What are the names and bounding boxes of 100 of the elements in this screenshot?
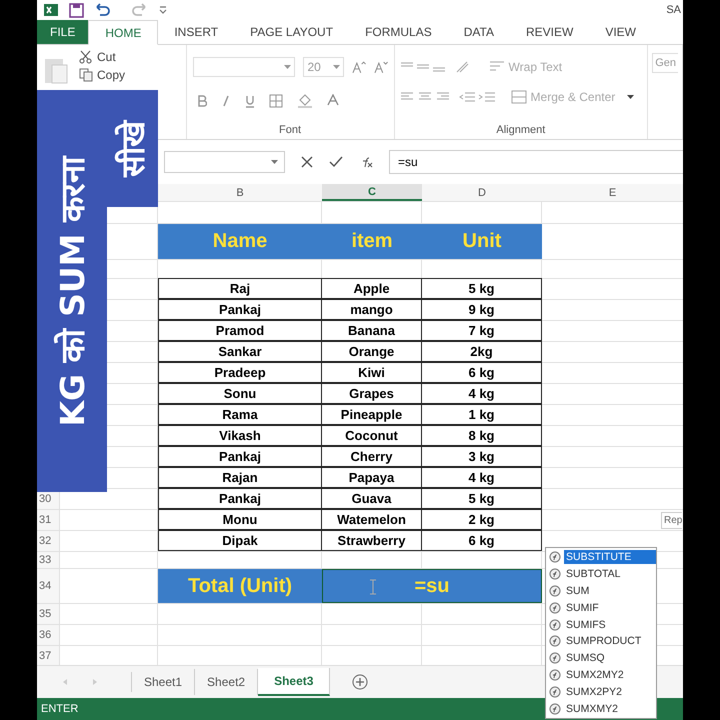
text-cursor-icon [369, 579, 377, 595]
function-icon [549, 635, 561, 648]
function-icon [549, 668, 561, 681]
table-cell: Raj [158, 278, 322, 299]
ribbon-tab[interactable]: FORMULAS [349, 20, 448, 44]
table-cell: Strawberry [322, 530, 422, 551]
table-cell: 4 kg [422, 467, 542, 488]
table-cell: 1 kg [422, 404, 542, 425]
sheet-tab[interactable]: Sheet1 [132, 669, 196, 695]
table-cell: Coconut [322, 425, 422, 446]
add-sheet-icon[interactable] [352, 674, 368, 690]
table-cell: Sonu [158, 383, 322, 404]
function-icon [549, 568, 561, 580]
autocomplete-item[interactable]: SUMX2MY2 [546, 666, 656, 684]
table-cell: Apple [322, 278, 422, 299]
grow-font-icon[interactable] [352, 60, 366, 74]
autocomplete-item[interactable]: SUMIF [546, 599, 656, 616]
table-cell: Cherry [322, 446, 422, 467]
borders-icon[interactable] [268, 94, 283, 108]
table-cell: 8 kg [422, 425, 542, 446]
table-cell: 2kg [422, 341, 542, 362]
ribbon-tab[interactable]: VIEW [589, 20, 652, 44]
font-name-field[interactable] [192, 57, 296, 77]
table-cell: 6 kg [422, 362, 542, 383]
ribbon-tab[interactable]: FILE [37, 20, 88, 44]
sheet-tab[interactable]: Sheet3 [258, 668, 330, 696]
autocomplete-item[interactable]: SUMPRODUCT [546, 632, 656, 650]
ribbon-tab[interactable]: INSERT [158, 20, 234, 44]
cancel-icon[interactable] [301, 156, 313, 168]
copy-icon [79, 68, 93, 82]
table-cell: Sankar [158, 341, 322, 362]
excel-logo-icon[interactable] [43, 2, 59, 18]
autocomplete-item[interactable]: SUM [546, 582, 656, 600]
row-number[interactable]: 31 [37, 510, 60, 530]
total-label-cell: Total (Unit) [158, 569, 322, 603]
table-cell: Rama [158, 404, 322, 425]
name-box[interactable] [164, 151, 285, 173]
shrink-font-icon[interactable] [374, 60, 388, 74]
scissors-icon [79, 50, 93, 64]
column-header[interactable]: E [542, 184, 683, 201]
table-cell: 5 kg [422, 488, 542, 509]
ribbon-tab[interactable]: REVIEW [510, 20, 590, 44]
copy-button[interactable]: Copy [77, 67, 128, 83]
table-cell: Kiwi [322, 362, 422, 383]
save-icon[interactable] [69, 2, 84, 18]
ribbon-tab[interactable]: HOME [88, 20, 158, 45]
autocomplete-item[interactable]: SUBSTITUTE [546, 549, 656, 566]
table-cell: Monu [158, 509, 322, 530]
function-name: SUBTOTAL [565, 567, 622, 582]
table-cell: Vikash [158, 425, 322, 446]
table-cell: Pankaj [158, 488, 322, 509]
ribbon-tab[interactable]: DATA [448, 20, 510, 44]
italic-icon[interactable] [220, 95, 231, 107]
customize-icon[interactable] [158, 5, 168, 15]
font-color-icon[interactable] [326, 94, 339, 108]
table-cell: 6 kg [422, 530, 542, 551]
ribbon-tab[interactable]: PAGE LAYOUT [234, 20, 350, 44]
row-number[interactable]: 32 [37, 531, 60, 551]
table-cell: Rajan [158, 467, 322, 488]
cut-button[interactable]: Cut [77, 49, 128, 65]
function-name: SUMIF [565, 600, 600, 615]
autocomplete-item[interactable]: SUBTOTAL [546, 566, 656, 583]
row-number[interactable]: 35 [37, 604, 60, 624]
table-header-cell: Name [158, 224, 322, 259]
row-number[interactable]: 34 [37, 569, 60, 603]
align-top-icon[interactable] [400, 61, 445, 73]
table-cell: 5 kg [422, 278, 542, 299]
caret-icon [333, 65, 340, 69]
function-icon [549, 702, 561, 715]
function-icon [549, 652, 561, 664]
row-number[interactable]: 33 [37, 552, 60, 568]
table-cell: Orange [322, 341, 422, 362]
formula-field[interactable]: =su [389, 150, 683, 174]
previous-sheet-icon[interactable] [61, 678, 69, 686]
table-cell: 9 kg [422, 299, 542, 320]
column-header[interactable]: B [158, 184, 322, 201]
table-cell: Pankaj [158, 299, 322, 320]
function-name: SUBSTITUTE [564, 550, 656, 564]
function-name: SUMXMY2 [565, 702, 619, 716]
caret-icon [627, 95, 634, 99]
autocomplete-item[interactable]: SUMSQ [546, 650, 656, 667]
table-cell: 7 kg [422, 320, 542, 341]
function-name: SUM [565, 584, 590, 598]
column-header[interactable]: C [322, 184, 422, 201]
autocomplete-item[interactable]: SUMXMY2 [546, 700, 656, 717]
autocomplete-item[interactable]: SUMX2PY2 [546, 683, 656, 700]
row-number[interactable]: 37 [37, 646, 60, 665]
column-header[interactable]: D [422, 184, 542, 201]
next-sheet-icon[interactable] [91, 678, 99, 686]
underline-icon[interactable] [244, 94, 255, 108]
table-cell: 4 kg [422, 383, 542, 404]
row-number[interactable]: 30 [37, 489, 60, 509]
window-title: SA [666, 4, 681, 16]
row-number[interactable]: 36 [37, 625, 60, 645]
autocomplete-item[interactable]: SUMIFS [546, 616, 656, 633]
check-icon[interactable] [329, 156, 343, 168]
title-banner: सीखे [107, 90, 158, 207]
fill-color-icon[interactable] [296, 94, 313, 108]
bold-icon[interactable] [196, 95, 207, 107]
group-label: Font [278, 124, 302, 136]
